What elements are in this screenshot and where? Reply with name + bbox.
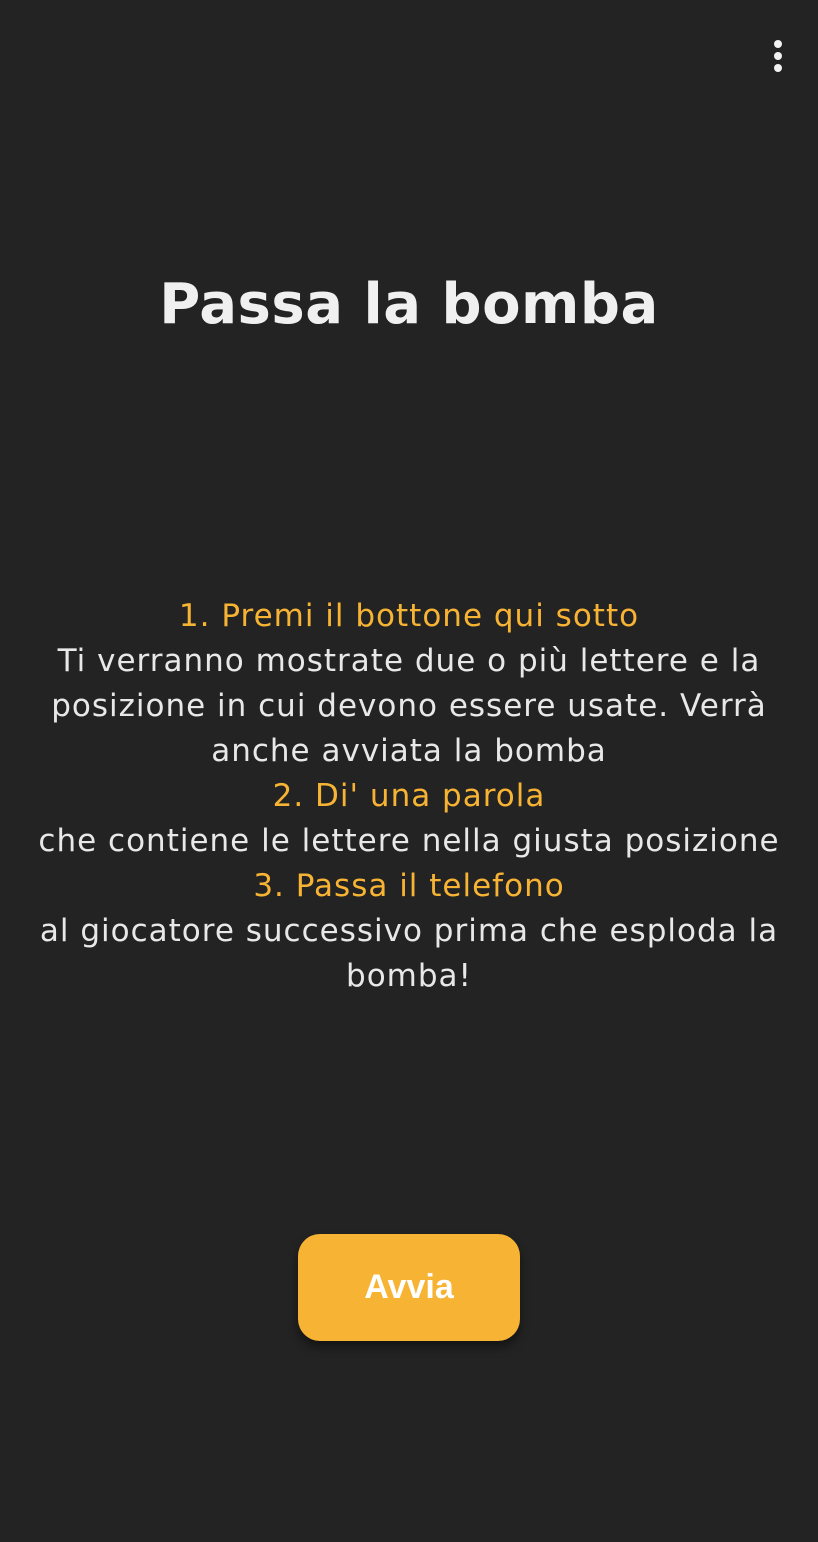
step-description: Ti verranno mostrate due o più lettere e…	[51, 643, 767, 769]
more-vert-icon	[774, 40, 782, 48]
instruction-step-1: 1. Premi il bottone qui sotto Ti verrann…	[36, 594, 782, 774]
start-button[interactable]: Avvia	[298, 1234, 520, 1341]
instructions: 1. Premi il bottone qui sotto Ti verrann…	[36, 594, 782, 999]
step-title: 2. Di' una parola	[272, 778, 546, 814]
step-description: al giocatore successivo prima che esplod…	[39, 913, 779, 994]
step-description: che contiene le lettere nella giusta pos…	[38, 823, 780, 859]
page-title: Passa la bomba	[159, 272, 659, 337]
step-title: 1. Premi il bottone qui sotto	[178, 598, 640, 634]
instruction-step-2: 2. Di' una parola che contiene le letter…	[36, 774, 782, 864]
more-vert-icon-dot	[774, 52, 782, 60]
step-title: 3. Passa il telefono	[253, 868, 565, 904]
overflow-menu-button[interactable]	[768, 32, 788, 80]
more-vert-icon-dot	[774, 64, 782, 72]
instruction-step-3: 3. Passa il telefono al giocatore succes…	[36, 864, 782, 999]
